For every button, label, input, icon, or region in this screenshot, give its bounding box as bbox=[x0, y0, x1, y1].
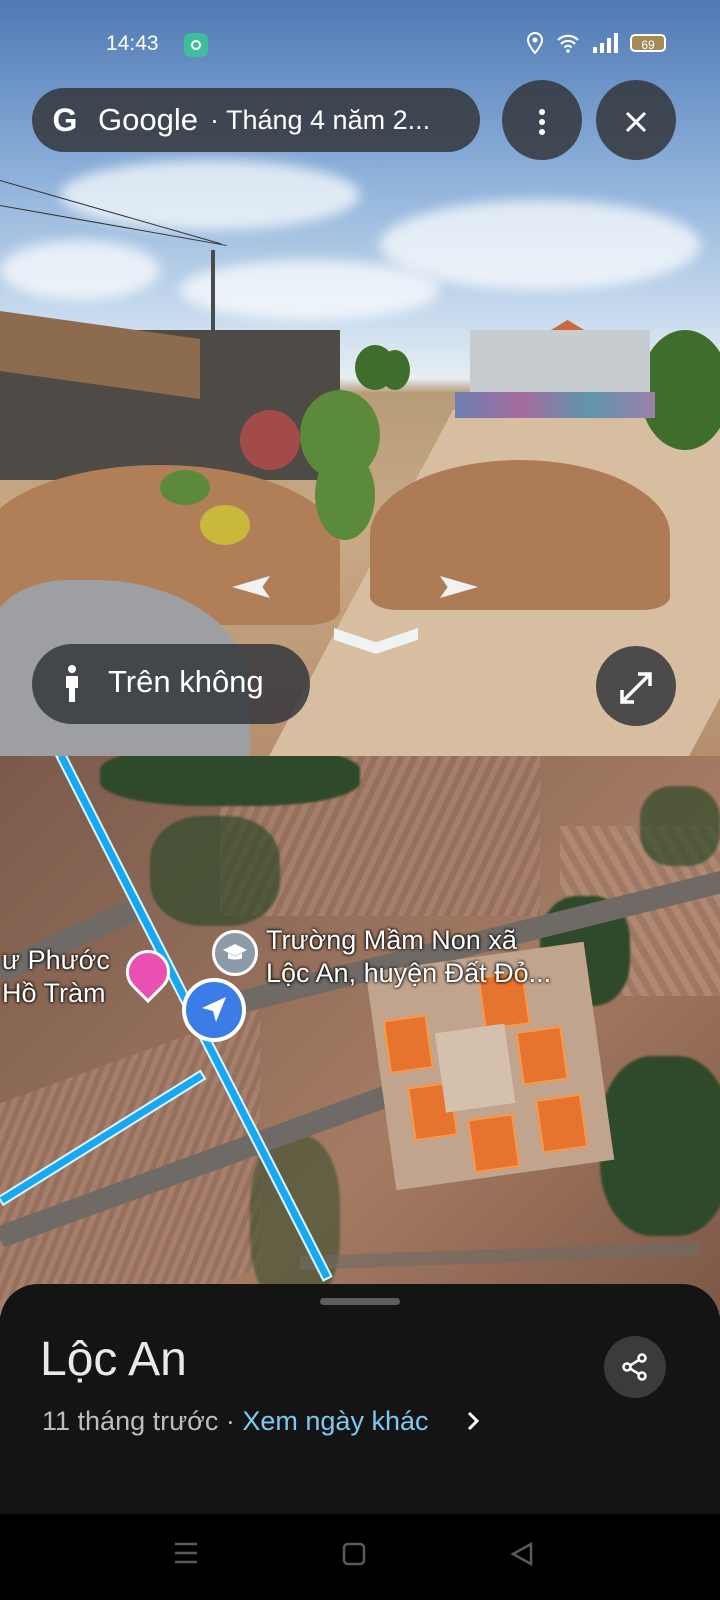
poi-school-label[interactable]: Trường Mầm Non xã Lộc An, huyện Đất Đỏ..… bbox=[266, 924, 551, 990]
share-icon bbox=[622, 1353, 647, 1381]
poi-school-line1: Trường Mầm Non xã bbox=[266, 925, 517, 955]
poi-left-label[interactable]: ư Phước Hồ Tràm bbox=[0, 944, 118, 1010]
place-title: Lộc An bbox=[40, 1333, 187, 1386]
menu-icon[interactable] bbox=[174, 1542, 198, 1564]
wifi-icon bbox=[557, 34, 579, 53]
location-pin-icon bbox=[526, 32, 544, 54]
school-icon bbox=[223, 944, 247, 960]
poi-left-line2: Hồ Tràm bbox=[2, 978, 106, 1008]
capture-age-line: 11 tháng trước · Xem ngày khác bbox=[42, 1406, 428, 1437]
chevron-right-icon[interactable] bbox=[466, 1410, 480, 1432]
home-icon[interactable] bbox=[342, 1542, 366, 1566]
current-location-marker[interactable] bbox=[182, 978, 246, 1042]
signal-icon bbox=[593, 33, 618, 53]
sheet-drag-handle[interactable] bbox=[320, 1298, 400, 1305]
close-icon bbox=[625, 111, 647, 132]
status-bar: 14:43 69 bbox=[0, 26, 720, 66]
person-icon bbox=[66, 665, 78, 702]
capture-date-label: · Tháng 4 năm 2... bbox=[209, 104, 431, 135]
brand-label: Google bbox=[98, 102, 198, 137]
navigation-arrow-icon bbox=[202, 997, 226, 1022]
aerial-view-button[interactable]: Trên không bbox=[32, 644, 310, 724]
close-button[interactable] bbox=[596, 80, 676, 160]
see-other-dates-link[interactable]: Xem ngày khác bbox=[242, 1406, 428, 1436]
more-icon bbox=[539, 108, 545, 135]
capture-age: 11 tháng trước · bbox=[42, 1406, 243, 1436]
battery-icon: 69 bbox=[630, 34, 666, 52]
fullscreen-button[interactable] bbox=[596, 646, 676, 726]
more-options-button[interactable] bbox=[502, 80, 582, 160]
aerial-view-label: Trên không bbox=[108, 664, 264, 699]
poi-school-line2: Lộc An, huyện Đất Đỏ... bbox=[266, 958, 552, 988]
back-icon[interactable] bbox=[510, 1542, 534, 1566]
google-logo-icon: G bbox=[52, 102, 78, 138]
status-time: 14:43 bbox=[106, 32, 159, 55]
notification-app-icon bbox=[184, 33, 208, 57]
school-pin[interactable] bbox=[212, 930, 258, 976]
satellite-map[interactable] bbox=[0, 756, 720, 1316]
poi-left-line1: ư Phước bbox=[2, 945, 110, 975]
place-bottom-sheet[interactable]: Lộc An 11 tháng trước · Xem ngày khác bbox=[0, 1284, 720, 1514]
system-navigation-bar bbox=[0, 1514, 720, 1600]
share-button[interactable] bbox=[604, 1336, 666, 1398]
expand-icon bbox=[620, 671, 652, 704]
imagery-source-bar[interactable]: G Google · Tháng 4 năm 2... bbox=[32, 88, 480, 152]
